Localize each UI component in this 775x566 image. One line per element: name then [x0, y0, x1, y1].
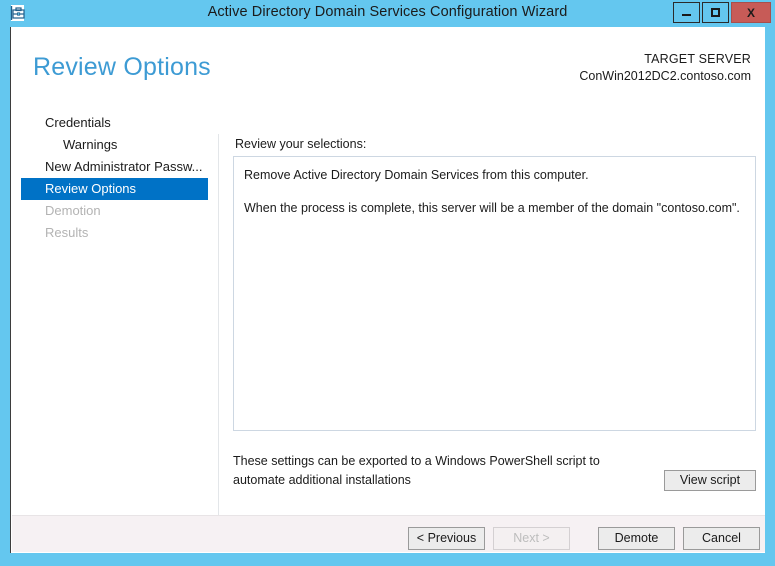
page-title: Review Options [33, 53, 211, 81]
minimize-button[interactable] [673, 2, 700, 23]
maximize-icon [711, 8, 720, 17]
demote-button[interactable]: Demote [598, 527, 675, 550]
target-server-name: ConWin2012DC2.contoso.com [579, 68, 751, 83]
sidebar-item-demotion: Demotion [45, 203, 101, 218]
sidebar-item-results: Results [45, 225, 89, 240]
review-spacer [244, 184, 745, 199]
previous-button[interactable]: < Previous [408, 527, 485, 550]
client-area: Review Options TARGET SERVER ConWin2012D… [10, 27, 765, 553]
wizard-window: Active Directory Domain Services Configu… [0, 0, 775, 566]
next-button: Next > [493, 527, 570, 550]
window-controls: X [673, 2, 771, 23]
review-line-2: When the process is complete, this serve… [244, 201, 740, 216]
maximize-button[interactable] [702, 2, 729, 23]
sidebar-item-credentials[interactable]: Credentials [11, 112, 208, 134]
review-selections-box[interactable]: Remove Active Directory Domain Services … [233, 156, 756, 431]
title-bar[interactable]: Active Directory Domain Services Configu… [0, 0, 775, 27]
cancel-button[interactable]: Cancel [683, 527, 760, 550]
sidebar-item-warnings[interactable]: Warnings [11, 134, 208, 156]
minimize-icon [682, 14, 691, 16]
sidebar-item-new-administrator-password[interactable]: New Administrator Passw... [11, 156, 208, 178]
target-server-label: TARGET SERVER [644, 52, 751, 66]
view-script-button[interactable]: View script [664, 470, 756, 491]
powershell-export-note: These settings can be exported to a Wind… [233, 454, 600, 487]
close-button[interactable]: X [731, 2, 771, 23]
review-line-1: Remove Active Directory Domain Services … [244, 168, 589, 182]
footer-bar: < Previous Next > Demote Cancel [12, 516, 765, 552]
review-selections-label: Review your selections: [235, 137, 367, 151]
window-title: Active Directory Domain Services Configu… [207, 4, 568, 20]
sidebar-item-review-options[interactable]: Review Options [21, 178, 208, 200]
sidebar-divider [218, 134, 219, 527]
target-server-block: TARGET SERVER ConWin2012DC2.contoso.com [579, 51, 751, 85]
wizard-step-nav: Credentials Warnings New Administrator P… [11, 112, 208, 244]
